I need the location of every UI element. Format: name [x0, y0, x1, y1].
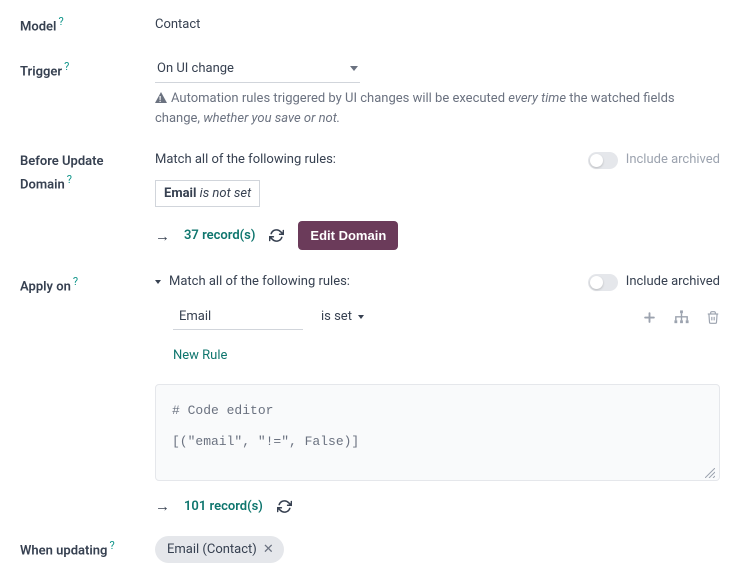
trigger-select[interactable]: On UI change [155, 57, 360, 84]
code-expression: [("email", "!=", False)] [172, 430, 703, 455]
model-value[interactable]: Contact [155, 17, 200, 32]
before-include-archived-toggle[interactable] [588, 152, 618, 169]
branch-rule-icon[interactable] [673, 306, 690, 329]
tag-remove-icon[interactable]: ✕ [263, 540, 274, 560]
updating-field-tag[interactable]: Email (Contact) ✕ [155, 536, 284, 564]
before-match-text: Match all of the following rules: [155, 150, 336, 170]
before-include-archived-label: Include archived [626, 150, 720, 170]
when-updating-label: When updating [20, 543, 107, 558]
code-comment: # Code editor [172, 399, 703, 424]
apply-include-archived-label: Include archived [626, 272, 720, 292]
updating-field-tag-label: Email (Contact) [167, 540, 257, 560]
before-refresh-icon[interactable] [269, 228, 284, 243]
new-rule-link[interactable]: New Rule [173, 346, 227, 366]
before-rule-condition: is not set [200, 186, 252, 201]
model-help-icon[interactable]: ? [58, 15, 63, 28]
apply-refresh-icon[interactable] [277, 499, 292, 514]
caret-down-icon [350, 66, 358, 71]
apply-on-label: Apply on [20, 280, 71, 295]
delete-rule-icon[interactable] [706, 306, 720, 329]
before-update-label: Before UpdateDomain [20, 154, 104, 192]
when-updating-help-icon[interactable]: ? [109, 539, 114, 552]
trigger-label: Trigger [20, 64, 62, 79]
apply-rule-operator-select[interactable]: is set [321, 307, 364, 327]
trigger-value: On UI change [157, 59, 234, 79]
collapse-caret-icon[interactable] [155, 280, 161, 284]
apply-rule-field-select[interactable]: Email [173, 304, 303, 331]
apply-include-archived-toggle[interactable] [588, 274, 618, 291]
resize-handle-icon[interactable] [705, 468, 715, 478]
before-rule-field: Email [164, 186, 196, 201]
apply-match-text: Match all of the following rules: [169, 272, 350, 292]
add-rule-icon[interactable] [642, 306, 657, 329]
apply-records-link[interactable]: 101 record(s) [184, 497, 263, 517]
before-records-link[interactable]: 37 record(s) [184, 226, 255, 246]
domain-code-editor[interactable]: # Code editor [("email", "!=", False)] [155, 384, 720, 481]
edit-domain-button[interactable]: Edit Domain [298, 221, 398, 250]
trigger-hint: Automation rules triggered by UI changes… [155, 89, 720, 128]
warning-icon [155, 92, 167, 103]
model-label: Model [20, 19, 56, 34]
before-rule-chip: Email is not set [155, 180, 260, 208]
arrow-right-icon: → [155, 495, 170, 518]
caret-down-icon [358, 315, 364, 319]
arrow-right-icon: → [155, 225, 170, 248]
before-update-help-icon[interactable]: ? [67, 173, 72, 186]
trigger-help-icon[interactable]: ? [64, 60, 69, 73]
apply-on-help-icon[interactable]: ? [73, 275, 78, 288]
